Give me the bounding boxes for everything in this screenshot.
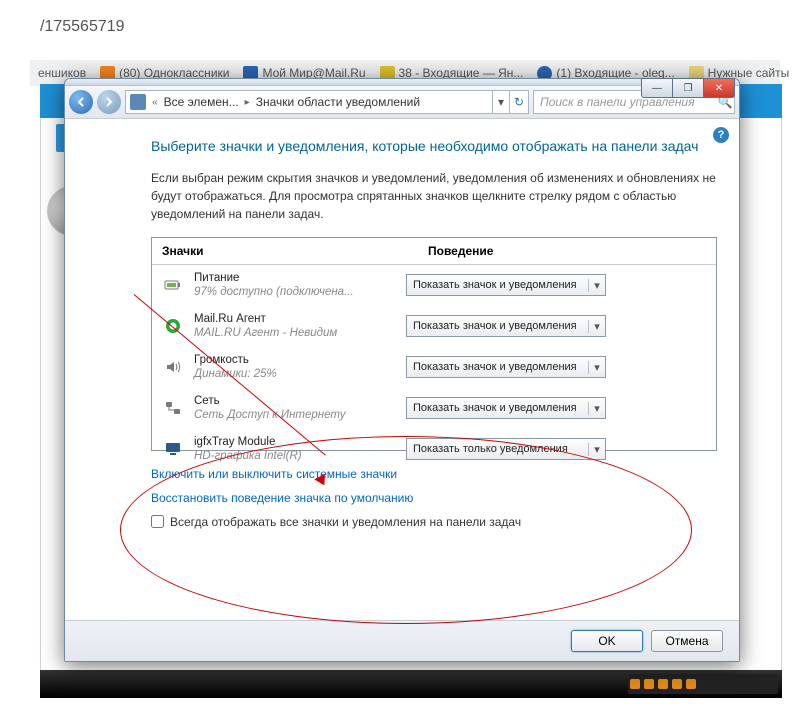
- breadcrumb-dropdown-icon[interactable]: ▾: [493, 95, 509, 109]
- notification-area-window: — ❐ ✕ « Все элемен... ▸ Значки области у…: [64, 78, 740, 662]
- ok-button[interactable]: OK: [571, 630, 643, 652]
- icons-list: Значки Поведение Питание 97% доступно (п…: [151, 237, 717, 451]
- select-value: Показать значок и уведомления: [407, 402, 588, 414]
- network-icon: [162, 397, 184, 419]
- column-behavior: Поведение: [418, 238, 716, 264]
- dialog-footer: OK Отмена: [65, 620, 739, 661]
- item-title: Громкость: [194, 353, 406, 367]
- item-subtitle: 97% доступно (подключена...: [194, 285, 406, 299]
- mailru-agent-icon: [162, 315, 184, 337]
- control-panel-icon: [130, 94, 146, 110]
- breadcrumb-segment[interactable]: Значки области уведомлений: [252, 95, 424, 109]
- back-button[interactable]: [69, 90, 93, 114]
- help-button[interactable]: ?: [713, 127, 729, 143]
- column-icons: Значки: [152, 238, 418, 264]
- system-tray: [628, 674, 778, 694]
- url-fragment: /175565719: [40, 18, 125, 36]
- item-title: Сеть: [194, 394, 406, 408]
- chevron-down-icon: ▾: [588, 279, 605, 292]
- breadcrumb[interactable]: « Все элемен... ▸ Значки области уведомл…: [125, 90, 529, 114]
- breadcrumb-segment[interactable]: Все элемен...: [160, 95, 243, 109]
- behavior-select[interactable]: Показать значок и уведомления ▾: [406, 397, 606, 419]
- always-show-checkbox[interactable]: [151, 515, 164, 528]
- display-icon: [162, 438, 184, 460]
- system-icons-link[interactable]: Включить или выключить системные значки: [151, 467, 717, 481]
- list-item: igfxTray Module HD-графика Intel(R) Пока…: [152, 429, 716, 470]
- list-item: Сеть Сеть Доступ к Интернету Показать зн…: [152, 388, 716, 429]
- chevron-down-icon: ▾: [588, 361, 605, 374]
- chevron-right-icon: ▸: [245, 97, 250, 108]
- list-item: Mail.Ru Агент MAIL.RU Агент - Невидим По…: [152, 306, 716, 347]
- chevron-down-icon: ▾: [588, 402, 605, 415]
- behavior-select[interactable]: Показать значок и уведомления ▾: [406, 315, 606, 337]
- taskbar: [40, 670, 782, 698]
- list-item: Питание 97% доступно (подключена... Пока…: [152, 265, 716, 306]
- behavior-select[interactable]: Показать только уведомления ▾: [406, 438, 606, 460]
- list-item: Громкость Динамики: 25% Показать значок …: [152, 347, 716, 388]
- chevron-down-icon: ▾: [588, 443, 605, 456]
- maximize-button[interactable]: ❐: [673, 78, 704, 98]
- item-subtitle: Динамики: 25%: [194, 367, 406, 381]
- forward-button[interactable]: [97, 90, 121, 114]
- page-description: Если выбран режим скрытия значков и увед…: [151, 169, 717, 223]
- item-title: Mail.Ru Агент: [194, 312, 406, 326]
- chevron-down-icon: ▾: [588, 320, 605, 333]
- close-button[interactable]: ✕: [704, 78, 735, 98]
- titlebar[interactable]: — ❐ ✕: [65, 79, 739, 86]
- chevron-left-icon: «: [152, 97, 158, 108]
- item-title: Питание: [194, 271, 406, 285]
- item-subtitle: HD-графика Intel(R): [194, 449, 406, 463]
- battery-icon: [162, 274, 184, 296]
- checkbox-label: Всегда отображать все значки и уведомлен…: [170, 515, 521, 529]
- behavior-select[interactable]: Показать значок и уведомления ▾: [406, 274, 606, 296]
- select-value: Показать значок и уведомления: [407, 279, 588, 291]
- cancel-button[interactable]: Отмена: [651, 630, 723, 652]
- volume-icon: [162, 356, 184, 378]
- item-subtitle: MAIL.RU Агент - Невидим: [194, 326, 406, 340]
- page-title: Выберите значки и уведомления, которые н…: [151, 137, 717, 157]
- restore-defaults-link[interactable]: Восстановить поведение значка по умолчан…: [151, 491, 717, 505]
- item-subtitle: Сеть Доступ к Интернету: [194, 408, 406, 422]
- explorer-navbar: « Все элемен... ▸ Значки области уведомл…: [65, 86, 739, 119]
- behavior-select[interactable]: Показать значок и уведомления ▾: [406, 356, 606, 378]
- select-value: Показать только уведомления: [407, 443, 588, 455]
- minimize-button[interactable]: —: [641, 78, 673, 98]
- refresh-button[interactable]: ↻: [509, 91, 528, 113]
- select-value: Показать значок и уведомления: [407, 320, 588, 332]
- select-value: Показать значок и уведомления: [407, 361, 588, 373]
- item-title: igfxTray Module: [194, 435, 406, 449]
